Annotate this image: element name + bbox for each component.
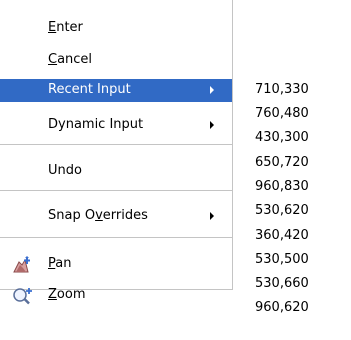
menu-item-recent-input[interactable]: Recent Input [0,79,232,102]
submenu-arrow-icon [210,212,214,220]
menu-item-label: Snap Overrides [48,208,148,223]
menu-separator [0,237,232,239]
recent-input-item[interactable]: 710,330 [255,82,309,97]
menu-item-label: Recent Input [48,82,131,97]
menu-item-label: Pan [48,256,72,271]
recent-input-item[interactable]: 960,620 [255,300,309,315]
menu-item-label: Cancel [48,52,93,67]
menu-item-snap-overrides[interactable]: Snap Overrides [0,205,232,228]
menu-item-label: Zoom [48,287,86,302]
submenu-arrow-icon [210,86,214,94]
menu-item-undo[interactable]: Undo [0,160,232,183]
menu-item-dynamic-input[interactable]: Dynamic Input [0,114,232,137]
recent-input-item[interactable]: 530,660 [255,276,309,291]
recent-input-item[interactable]: 760,480 [255,106,309,121]
context-menu: Enter Cancel Recent Input Dynamic Input … [0,0,233,305]
menu-separator [0,190,232,192]
recent-input-item[interactable]: 430,300 [255,130,309,145]
pan-icon [12,255,34,274]
menu-item-label: Dynamic Input [48,117,144,132]
recent-input-submenu: 710,330 760,480 430,300 650,720 960,830 … [233,75,351,340]
menu-item-enter[interactable]: Enter [0,17,232,40]
recent-input-item[interactable]: 530,620 [255,203,309,218]
menu-separator [0,144,232,146]
recent-input-item[interactable]: 960,830 [255,179,309,194]
submenu-arrow-icon [210,121,214,129]
recent-input-item[interactable]: 530,500 [255,252,309,267]
recent-input-item[interactable]: 360,420 [255,228,309,243]
menu-item-pan[interactable]: Pan [0,253,232,276]
menu-item-cancel[interactable]: Cancel [0,49,232,72]
recent-input-item[interactable]: 650,720 [255,155,309,170]
menu-item-label: Undo [48,163,82,178]
zoom-icon [12,286,34,305]
menu-item-zoom[interactable]: Zoom [0,284,232,307]
menu-item-label: Enter [48,20,83,35]
